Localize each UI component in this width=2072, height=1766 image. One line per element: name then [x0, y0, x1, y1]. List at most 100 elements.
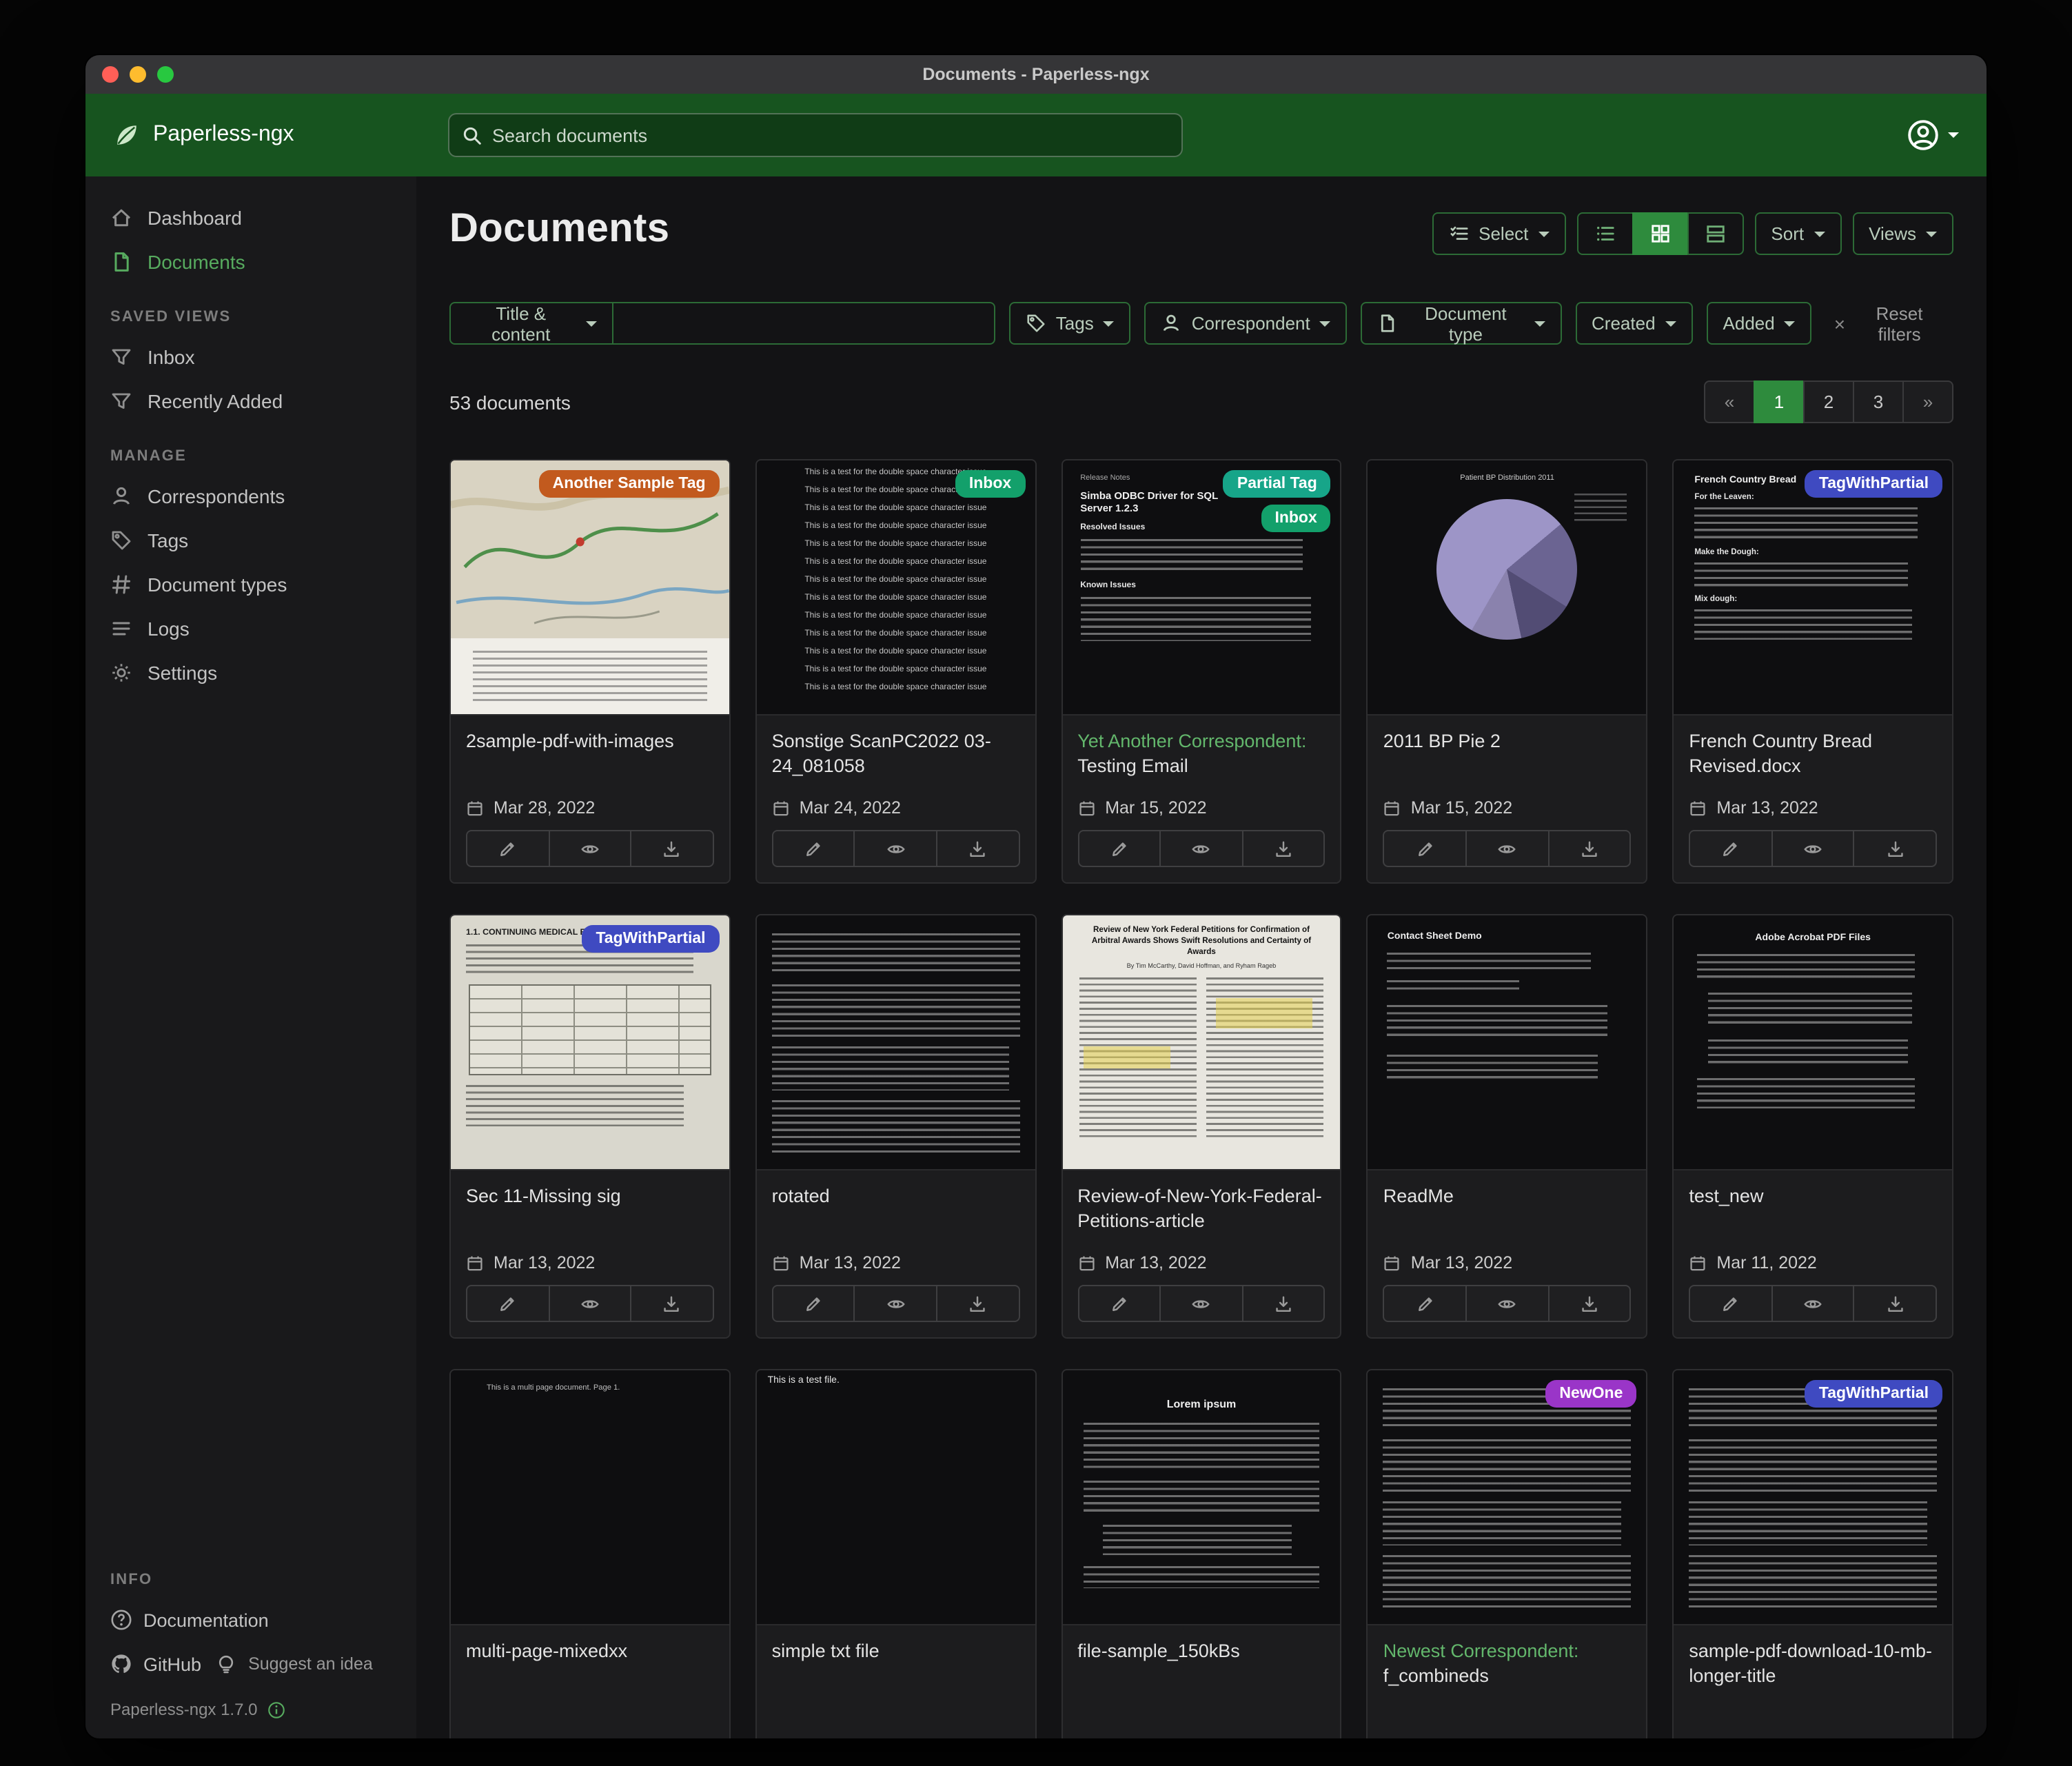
document-card[interactable]: Review of New York Federal Petitions for… [1061, 914, 1342, 1339]
pagination-next-button[interactable]: » [1902, 380, 1953, 423]
download-button[interactable] [1242, 830, 1326, 867]
view-grid-button[interactable] [1632, 212, 1688, 255]
pagination-page-1[interactable]: 1 [1754, 380, 1805, 423]
document-thumbnail[interactable]: TagWithPartial French Country Bread For … [1674, 460, 1952, 715]
view-button[interactable] [1465, 1285, 1549, 1322]
global-search[interactable] [448, 113, 1183, 157]
document-card[interactable]: TagWithPartial sample-pdf-download-10-mb… [1672, 1369, 1953, 1738]
download-button[interactable] [936, 1285, 1019, 1322]
view-button[interactable] [1159, 830, 1243, 867]
minimize-window-button[interactable] [130, 66, 146, 83]
sidebar-item-correspondents[interactable]: Correspondents [85, 474, 416, 518]
document-card[interactable]: This is a multi page document. Page 1. m… [449, 1369, 731, 1738]
added-filter-button[interactable]: Added [1707, 302, 1812, 345]
tag-badge[interactable]: TagWithPartial [582, 925, 719, 953]
document-title[interactable]: file-sample_150kBs [1077, 1639, 1326, 1700]
view-list-button[interactable] [1576, 212, 1633, 255]
document-thumbnail[interactable]: TagWithPartial 1.1. CONTINUING MEDICAL E… [451, 915, 729, 1170]
sidebar-item-tags[interactable]: Tags [85, 518, 416, 562]
document-thumbnail[interactable]: This is a test file. [757, 1370, 1035, 1625]
edit-button[interactable] [772, 1285, 855, 1322]
document-title[interactable]: test_new [1689, 1184, 1937, 1245]
title-content-filter-input[interactable] [613, 302, 995, 345]
document-thumbnail[interactable]: Adobe Acrobat PDF Files [1674, 915, 1952, 1170]
document-card[interactable]: TagWithPartial French Country Bread For … [1672, 459, 1953, 884]
created-filter-button[interactable]: Created [1575, 302, 1693, 345]
document-card[interactable]: Partial Tag Inbox Release Notes Simba OD… [1061, 459, 1342, 884]
brand[interactable]: Paperless-ngx [113, 121, 294, 149]
view-button[interactable] [1771, 1285, 1855, 1322]
download-button[interactable] [1853, 830, 1937, 867]
document-card[interactable]: Inbox This is a test for the double spac… [755, 459, 1037, 884]
sidebar-item-documentation[interactable]: Documentation [110, 1609, 269, 1631]
document-title[interactable]: French Country Bread Revised.docx [1689, 729, 1937, 790]
sidebar-item-suggest-idea[interactable]: Suggest an idea [215, 1653, 373, 1675]
correspondent-filter-button[interactable]: Correspondent [1145, 302, 1348, 345]
user-menu[interactable] [1907, 119, 1959, 152]
document-card[interactable]: Adobe Acrobat PDF Files test_new Mar 11,… [1672, 914, 1953, 1339]
tag-badge[interactable]: Inbox [1261, 505, 1330, 532]
document-card[interactable]: rotated Mar 13, 2022 [755, 914, 1037, 1339]
document-title[interactable]: Sec 11-Missing sig [466, 1184, 714, 1245]
download-button[interactable] [1853, 1285, 1937, 1322]
document-thumbnail[interactable]: Lorem ipsum [1062, 1370, 1341, 1625]
document-title[interactable]: Yet Another Correspondent: Testing Email [1077, 729, 1326, 790]
document-thumbnail[interactable]: NewOne [1368, 1370, 1647, 1625]
document-title[interactable]: simple txt file [772, 1639, 1020, 1700]
document-card[interactable]: Contact Sheet Demo ReadMe Mar 13, 2022 [1367, 914, 1648, 1339]
document-thumbnail[interactable]: This is a multi page document. Page 1. [451, 1370, 729, 1625]
edit-button[interactable] [1689, 1285, 1772, 1322]
pagination-page-2[interactable]: 2 [1803, 380, 1854, 423]
document-title[interactable]: ReadMe [1383, 1184, 1632, 1245]
document-title[interactable]: 2011 BP Pie 2 [1383, 729, 1632, 790]
view-detail-button[interactable] [1687, 212, 1743, 255]
edit-button[interactable] [1077, 1285, 1161, 1322]
zoom-window-button[interactable] [157, 66, 174, 83]
tag-badge[interactable]: NewOne [1545, 1380, 1636, 1408]
document-title[interactable]: Newest Correspondent: f_combineds [1383, 1639, 1632, 1700]
document-card[interactable]: This is a test file. simple txt file [755, 1369, 1037, 1738]
document-thumbnail[interactable]: Partial Tag Inbox Release Notes Simba OD… [1062, 460, 1341, 715]
document-thumbnail[interactable]: Another Sample Tag [451, 460, 729, 715]
edit-button[interactable] [772, 830, 855, 867]
view-button[interactable] [548, 1285, 631, 1322]
edit-button[interactable] [1077, 830, 1161, 867]
sidebar-item-logs[interactable]: Logs [85, 607, 416, 651]
document-card[interactable]: NewOne Newest Correspondent: f_combineds [1367, 1369, 1648, 1738]
select-button[interactable]: Select [1432, 212, 1565, 255]
download-button[interactable] [936, 830, 1019, 867]
document-card[interactable]: TagWithPartial 1.1. CONTINUING MEDICAL E… [449, 914, 731, 1339]
document-title[interactable]: Review-of-New-York-Federal-Petitions-art… [1077, 1184, 1326, 1245]
document-thumbnail[interactable]: Review of New York Federal Petitions for… [1062, 915, 1341, 1170]
download-button[interactable] [630, 1285, 713, 1322]
title-content-filter-button[interactable]: Title & content [449, 302, 613, 345]
document-thumbnail[interactable]: Contact Sheet Demo [1368, 915, 1647, 1170]
search-input[interactable] [492, 125, 1169, 145]
sidebar-item-github[interactable]: GitHub [110, 1653, 201, 1675]
document-card[interactable]: Lorem ipsum file-sample_150kBs [1061, 1369, 1342, 1738]
tag-badge[interactable]: TagWithPartial [1805, 1380, 1942, 1408]
sidebar-item-recently-added[interactable]: Recently Added [85, 379, 416, 423]
view-button[interactable] [1159, 1285, 1243, 1322]
document-card[interactable]: Patient BP Distribution 2011 2011 BP Pie… [1367, 459, 1648, 884]
view-button[interactable] [1465, 830, 1549, 867]
edit-button[interactable] [466, 830, 549, 867]
view-button[interactable] [854, 1285, 937, 1322]
close-window-button[interactable] [102, 66, 119, 83]
tag-badge[interactable]: Another Sample Tag [539, 470, 720, 498]
tag-badge[interactable]: Inbox [955, 470, 1025, 498]
download-button[interactable] [1547, 830, 1631, 867]
document-thumbnail[interactable]: Patient BP Distribution 2011 [1368, 460, 1647, 715]
view-button[interactable] [1771, 830, 1855, 867]
sidebar-item-documents[interactable]: Documents [85, 240, 416, 284]
download-button[interactable] [630, 830, 713, 867]
sidebar-item-document-types[interactable]: Document types [85, 562, 416, 607]
sidebar-item-inbox[interactable]: Inbox [85, 335, 416, 379]
tag-badge[interactable]: Partial Tag [1223, 470, 1331, 498]
reset-filters-button[interactable]: × Reset filters [1826, 303, 1953, 344]
sidebar-item-settings[interactable]: Settings [85, 651, 416, 695]
tags-filter-button[interactable]: Tags [1009, 302, 1131, 345]
pagination-prev-button[interactable]: « [1704, 380, 1755, 423]
views-button[interactable]: Views [1852, 212, 1953, 255]
sidebar-item-dashboard[interactable]: Dashboard [85, 196, 416, 240]
